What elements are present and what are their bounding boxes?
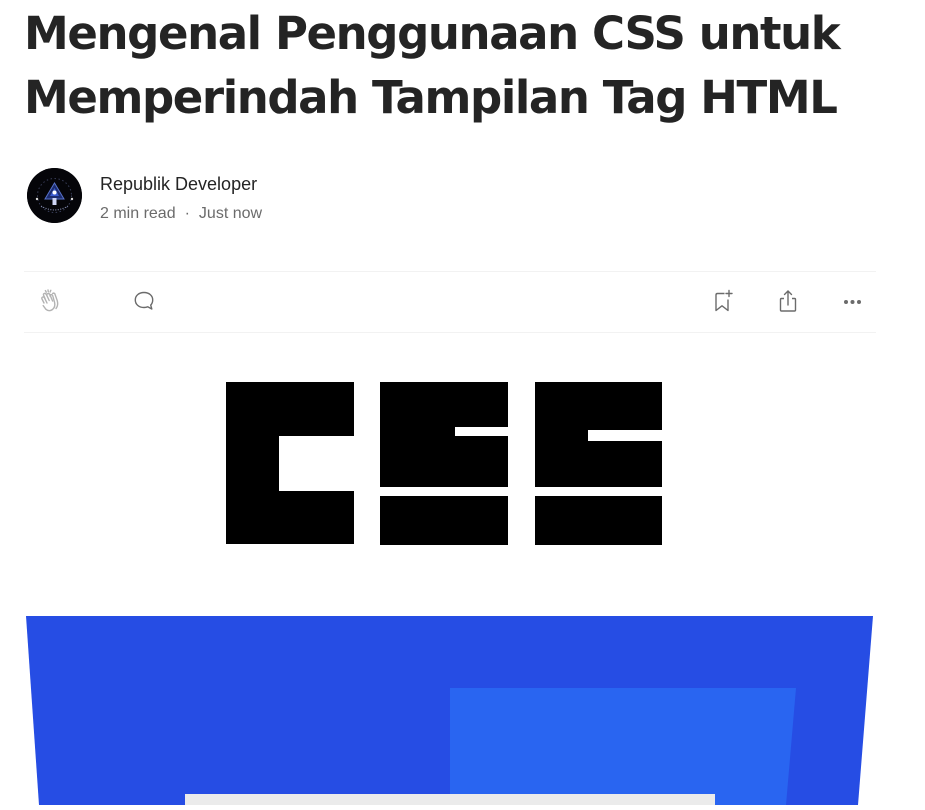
author-name[interactable]: Republik Developer [100,174,257,195]
bookmark-button[interactable] [708,286,738,316]
more-button[interactable] [837,286,867,316]
css-shield-image [0,616,925,805]
bookmark-add-icon [715,289,733,312]
article-action-bar [24,271,876,333]
meta-separator: · [184,205,190,222]
clap-icon [41,289,59,312]
comment-icon [134,291,154,310]
css-shield-graphic [26,616,873,805]
css-letters-graphic [226,382,662,545]
author-avatar[interactable] [27,168,82,223]
clap-button[interactable] [36,286,66,316]
comment-button[interactable] [129,286,159,316]
share-button[interactable] [773,286,803,316]
published-time: Just now [198,205,263,222]
share-icon [779,290,797,312]
read-time: 2 min read [100,205,176,222]
article-meta: 2 min read · Just now [100,205,262,223]
avatar-logo-icon [27,168,82,223]
article-title: Mengenal Penggunaan CSS untuk Memperinda… [24,7,841,124]
more-horizontal-icon [844,300,861,304]
css-logo-image [0,365,925,565]
